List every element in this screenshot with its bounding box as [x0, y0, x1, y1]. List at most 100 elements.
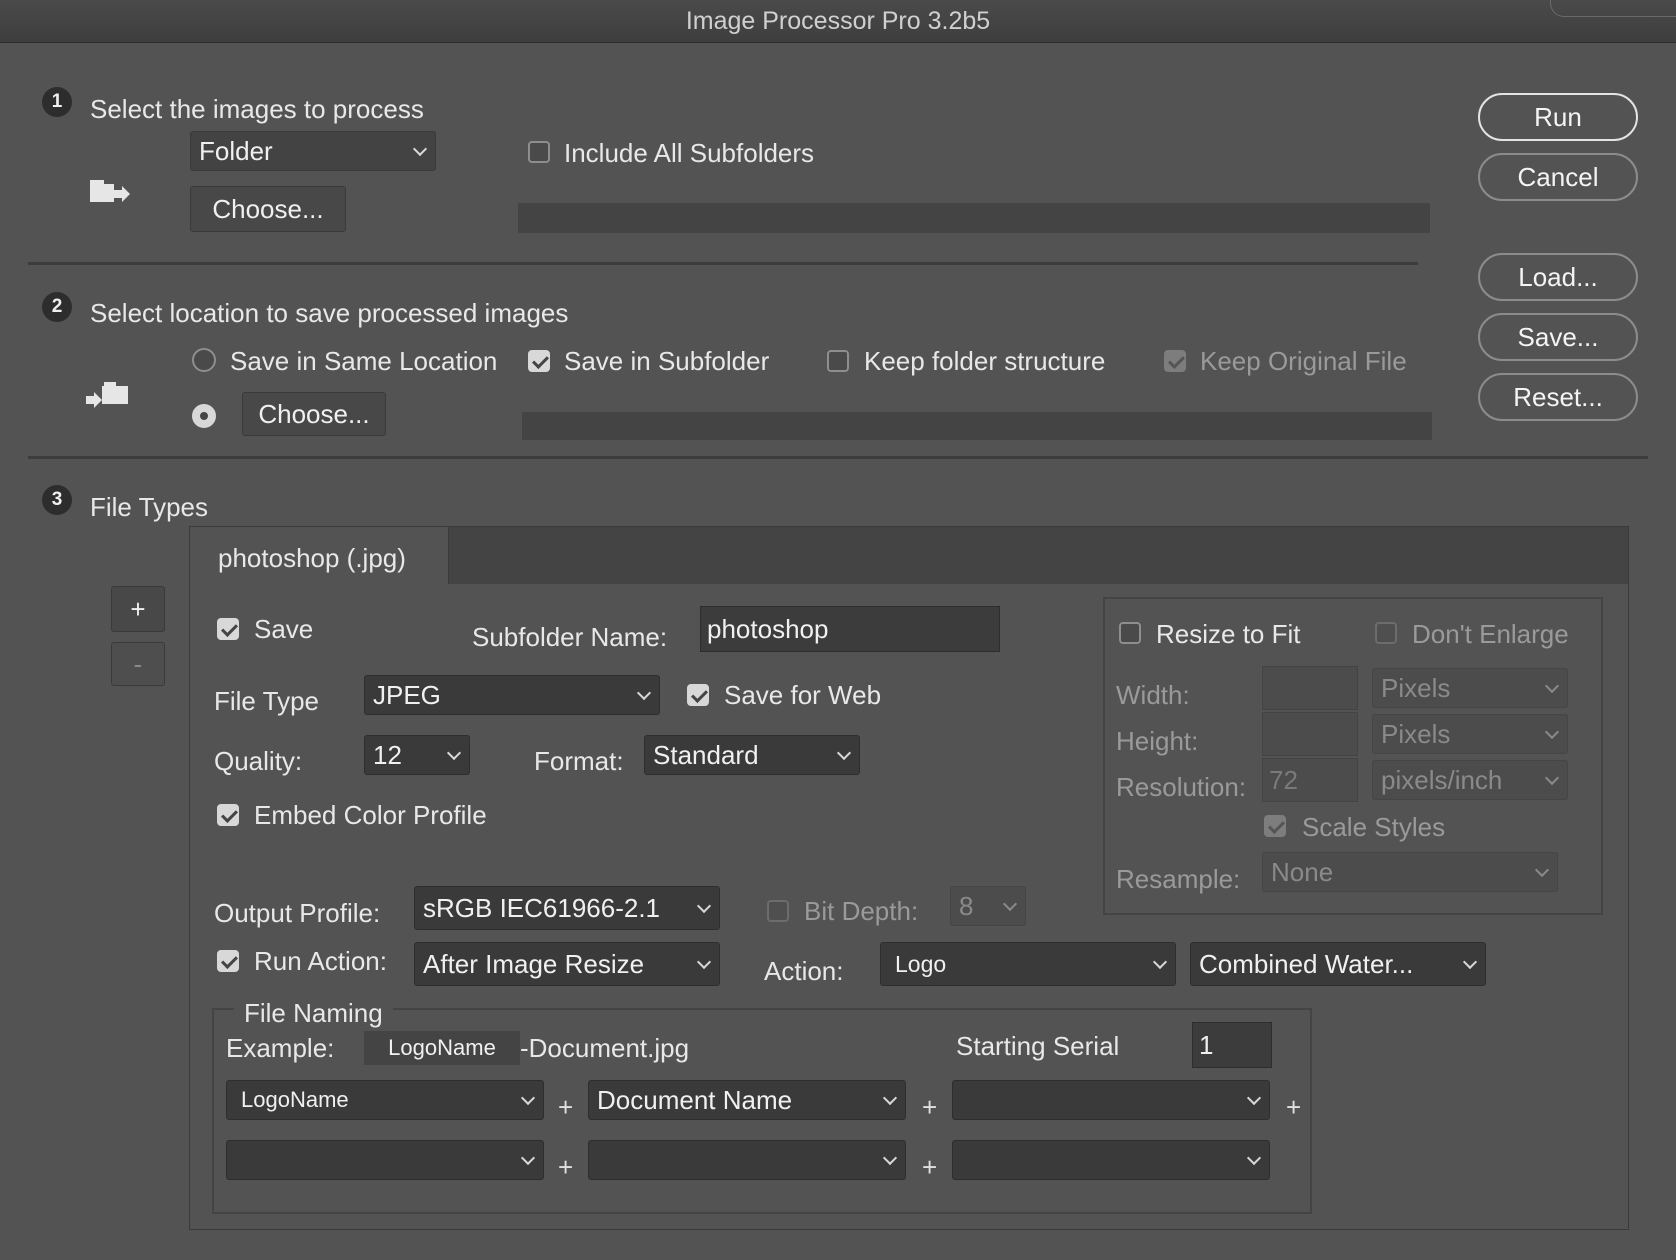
run-action-select[interactable]: After Image Resize [414, 942, 720, 986]
window-title: Image Processor Pro 3.2b5 [685, 7, 991, 35]
format-select[interactable]: Standard [644, 735, 860, 775]
resolution-unit-select[interactable]: pixels/inch [1372, 760, 1568, 800]
source-path-display [518, 203, 1430, 233]
width-unit-value: Pixels [1381, 673, 1451, 703]
section-1-heading: Select the images to process [90, 94, 424, 124]
run-action-label: Run Action: [254, 946, 387, 976]
quality-select[interactable]: 12 [364, 735, 470, 775]
destination-folder-icon [86, 382, 128, 408]
embed-color-profile-checkbox[interactable] [217, 804, 239, 826]
example-rest: -Document.jpg [520, 1033, 690, 1063]
quality-label: Quality: [214, 746, 303, 776]
resolution-input[interactable]: 72 [1262, 758, 1358, 802]
resize-to-fit-label: Resize to Fit [1156, 619, 1301, 649]
choose-destination-button[interactable]: Choose... [242, 392, 386, 436]
tab-photoshop-jpg-label: photoshop (.jpg) [218, 543, 406, 573]
chevron-down-icon [520, 1090, 536, 1106]
format-label: Format: [534, 746, 624, 776]
file-type-select[interactable]: JPEG [364, 675, 660, 715]
step-2-badge: 2 [42, 292, 72, 322]
width-label: Width: [1116, 680, 1190, 710]
height-input[interactable] [1262, 712, 1358, 756]
remove-file-type-button[interactable]: - [111, 642, 165, 686]
save-file-type-label: Save [254, 614, 314, 644]
save-same-location-radio[interactable] [192, 348, 216, 372]
file-naming-legend: File Naming [234, 998, 393, 1029]
include-subfolders-checkbox[interactable] [528, 141, 550, 163]
save-file-type-checkbox[interactable] [217, 618, 239, 640]
section-divider-2 [28, 456, 1648, 459]
run-action-checkbox[interactable] [217, 950, 239, 972]
naming-field-6-select[interactable] [952, 1140, 1270, 1180]
add-file-type-button[interactable]: + [111, 586, 165, 632]
width-input[interactable] [1262, 666, 1358, 710]
bit-depth-checkbox[interactable] [767, 900, 789, 922]
step-3-badge: 3 [42, 485, 72, 515]
naming-field-2-select[interactable]: Document Name [588, 1080, 906, 1120]
chevron-down-icon [1462, 954, 1478, 970]
action-set-select[interactable]: Logo [880, 942, 1176, 986]
run-button[interactable]: Run [1478, 93, 1638, 141]
embed-color-profile-label: Embed Color Profile [254, 800, 487, 830]
keep-folder-structure-checkbox[interactable] [827, 350, 849, 372]
source-folder-icon [90, 180, 130, 202]
chevron-down-icon [696, 954, 712, 970]
plus-icon: + [558, 1092, 574, 1122]
chevron-down-icon [1246, 1150, 1262, 1166]
chevron-down-icon [520, 1150, 536, 1166]
chevron-down-icon [882, 1150, 898, 1166]
naming-field-5-select[interactable] [588, 1140, 906, 1180]
save-for-web-checkbox[interactable] [687, 684, 709, 706]
bit-depth-label: Bit Depth: [804, 896, 919, 926]
output-profile-value: sRGB IEC61966-2.1 [423, 893, 661, 923]
source-select[interactable]: Folder [190, 131, 436, 171]
source-select-value: Folder [199, 136, 273, 166]
save-for-web-label: Save for Web [724, 680, 882, 710]
section-3-heading: File Types [90, 492, 209, 522]
height-label: Height: [1116, 726, 1199, 756]
naming-field-4-select[interactable] [226, 1140, 544, 1180]
cancel-button[interactable]: Cancel [1478, 153, 1638, 201]
plus-icon: + [922, 1152, 938, 1182]
run-action-value: After Image Resize [423, 949, 645, 979]
scale-styles-checkbox[interactable] [1264, 815, 1286, 837]
chevron-down-icon [1152, 954, 1168, 970]
starting-serial-input[interactable]: 1 [1192, 1022, 1272, 1068]
naming-field-1-select[interactable]: LogoName [226, 1080, 544, 1120]
resample-select[interactable]: None [1262, 852, 1558, 892]
naming-field-3-select[interactable] [952, 1080, 1270, 1120]
save-settings-button[interactable]: Save... [1478, 313, 1638, 361]
subfolder-name-input[interactable]: photoshop [700, 606, 1000, 652]
file-type-label: File Type [214, 686, 320, 716]
window-corner-control[interactable] [1550, 0, 1676, 17]
reset-button[interactable]: Reset... [1478, 373, 1638, 421]
output-profile-select[interactable]: sRGB IEC61966-2.1 [414, 886, 720, 930]
dont-enlarge-checkbox[interactable] [1375, 622, 1397, 644]
height-unit-value: Pixels [1381, 719, 1451, 749]
destination-path-display [522, 412, 1432, 440]
action-set-value: Logo [895, 951, 947, 977]
chevron-down-icon [1544, 678, 1560, 694]
chevron-down-icon [882, 1090, 898, 1106]
keep-original-file-checkbox[interactable] [1164, 350, 1186, 372]
choose-source-button[interactable]: Choose... [190, 186, 346, 232]
save-in-subfolder-checkbox[interactable] [528, 350, 550, 372]
dont-enlarge-label: Don't Enlarge [1412, 619, 1569, 649]
action-name-select[interactable]: Combined Water... [1190, 942, 1486, 986]
plus-icon: + [558, 1152, 574, 1182]
include-subfolders-label: Include All Subfolders [564, 138, 815, 168]
choose-location-radio[interactable] [192, 404, 216, 428]
width-unit-select[interactable]: Pixels [1372, 668, 1568, 708]
example-label: Example: [226, 1033, 335, 1063]
section-divider-1 [28, 262, 1418, 265]
plus-icon: + [922, 1092, 938, 1122]
save-same-location-label: Save in Same Location [230, 346, 498, 376]
resize-to-fit-checkbox[interactable] [1119, 622, 1141, 644]
bit-depth-value: 8 [959, 891, 974, 921]
load-button[interactable]: Load... [1478, 253, 1638, 301]
naming-field-1-value: LogoName [241, 1087, 349, 1112]
chevron-down-icon [836, 745, 852, 761]
height-unit-select[interactable]: Pixels [1372, 714, 1568, 754]
output-profile-label: Output Profile: [214, 898, 381, 928]
bit-depth-select[interactable]: 8 [950, 886, 1026, 926]
